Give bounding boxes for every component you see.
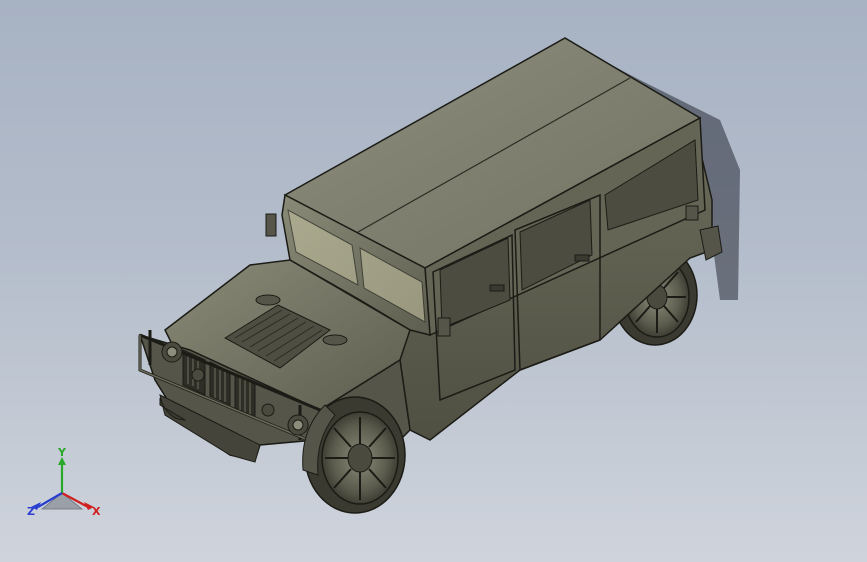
y-axis-label: Y <box>57 446 67 459</box>
headlight-left <box>161 341 183 363</box>
x-axis-label: X <box>92 505 101 518</box>
coordinate-triad[interactable]: Y X Z <box>22 445 112 525</box>
front-wheel <box>302 396 406 514</box>
graphics-viewport[interactable]: Y X Z <box>0 0 867 562</box>
hummer-3d-model[interactable] <box>0 0 867 562</box>
headlight-right <box>287 414 309 436</box>
z-axis-label: Z <box>27 505 35 518</box>
